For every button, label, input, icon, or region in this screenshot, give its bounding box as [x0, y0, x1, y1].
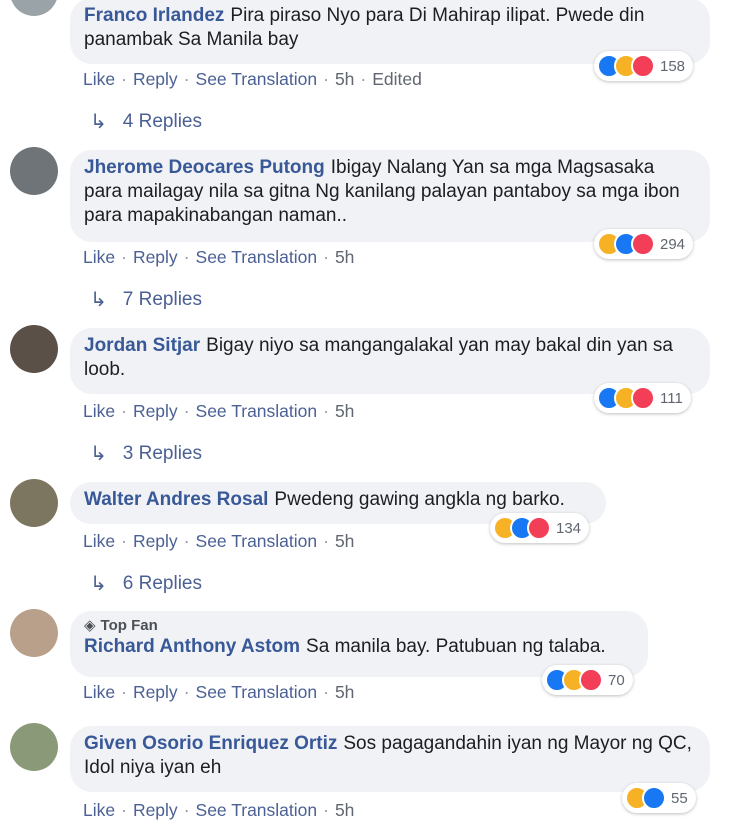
comment-author[interactable]: Richard Anthony Astom [84, 636, 300, 657]
reply-arrow-icon: ↳ [90, 573, 107, 595]
reply-link[interactable]: Reply [133, 531, 178, 551]
comment-actions: Like · Reply · See Translation · 5h [83, 247, 355, 267]
avatar[interactable] [10, 0, 58, 16]
timestamp[interactable]: 5h [335, 682, 354, 702]
comment-actions: Like · Reply · See Translation · 5h · Edited [83, 69, 422, 89]
comment-author[interactable]: Jordan Sitjar [84, 335, 200, 356]
comment-author[interactable]: Walter Andres Rosal [84, 489, 268, 510]
like-link[interactable]: Like [83, 401, 115, 421]
see-translation-link[interactable]: See Translation [196, 682, 318, 702]
comment-author[interactable]: Given Osorio Enriquez Ortiz [84, 733, 337, 754]
replies-count: 4 Replies [122, 110, 202, 132]
reply-link[interactable]: Reply [133, 247, 178, 267]
like-link[interactable]: Like [83, 800, 115, 820]
reaction-count: 294 [660, 235, 686, 253]
timestamp[interactable]: 5h [335, 247, 354, 267]
like-link[interactable]: Like [83, 247, 115, 267]
reply-arrow-icon: ↳ [90, 289, 107, 311]
love-icon [631, 386, 655, 410]
top-fan-icon: ◈ [84, 617, 96, 634]
avatar[interactable] [10, 325, 58, 373]
reaction-summary[interactable]: 70 [542, 665, 633, 695]
reply-arrow-icon: ↳ [90, 443, 107, 465]
comment-actions: Like · Reply · See Translation · 5h [83, 531, 355, 551]
comment-bubble: Given Osorio Enriquez Ortiz Sos pagaganda… [70, 726, 710, 792]
see-translation-link[interactable]: See Translation [196, 247, 318, 267]
replies-count: 6 Replies [122, 572, 202, 594]
view-replies-link[interactable]: ↳ 3 Replies [90, 441, 202, 466]
reaction-summary[interactable]: 55 [622, 783, 696, 813]
edited-label[interactable]: Edited [372, 69, 422, 89]
timestamp[interactable]: 5h [335, 401, 354, 421]
like-link[interactable]: Like [83, 69, 115, 89]
reply-link[interactable]: Reply [133, 401, 178, 421]
love-icon [631, 232, 655, 256]
comment-text: Pwedeng gawing angkla ng barko. [274, 489, 565, 510]
avatar[interactable] [10, 147, 58, 195]
reply-link[interactable]: Reply [133, 800, 178, 820]
reaction-summary[interactable]: 134 [490, 513, 590, 543]
replies-count: 3 Replies [122, 442, 202, 464]
avatar[interactable] [10, 609, 58, 657]
reply-link[interactable]: Reply [133, 682, 178, 702]
like-link[interactable]: Like [83, 531, 115, 551]
reaction-count: 111 [660, 389, 683, 407]
reaction-count: 55 [671, 789, 688, 807]
view-replies-link[interactable]: ↳ 6 Replies [90, 571, 202, 596]
timestamp[interactable]: 5h [335, 69, 354, 89]
see-translation-link[interactable]: See Translation [196, 69, 318, 89]
view-replies-link[interactable]: ↳ 4 Replies [90, 109, 202, 134]
reply-link[interactable]: Reply [133, 69, 178, 89]
comment-author[interactable]: Franco Irlandez [84, 5, 224, 26]
reaction-count: 134 [556, 519, 582, 537]
like-link[interactable]: Like [83, 682, 115, 702]
comment-author[interactable]: Jherome Deocares Putong [84, 157, 325, 178]
comment-text: Sa manila bay. Patubuan ng talaba. [306, 636, 606, 657]
love-icon [579, 668, 603, 692]
avatar[interactable] [10, 479, 58, 527]
reaction-count: 70 [608, 671, 625, 689]
timestamp[interactable]: 5h [335, 800, 354, 820]
top-fan-badge: ◈ Top Fan [84, 617, 158, 634]
reaction-count: 158 [660, 57, 686, 75]
see-translation-link[interactable]: See Translation [196, 800, 318, 820]
love-icon [631, 54, 655, 78]
love-icon [527, 516, 551, 540]
comment-actions: Like · Reply · See Translation · 5h [83, 682, 355, 702]
replies-count: 7 Replies [122, 288, 202, 310]
view-replies-link[interactable]: ↳ 7 Replies [90, 287, 202, 312]
reaction-summary[interactable]: 294 [594, 229, 694, 259]
timestamp[interactable]: 5h [335, 531, 354, 551]
reaction-summary[interactable]: 158 [594, 51, 694, 81]
comment-actions: Like · Reply · See Translation · 5h [83, 800, 355, 820]
avatar[interactable] [10, 723, 58, 771]
see-translation-link[interactable]: See Translation [196, 531, 318, 551]
see-translation-link[interactable]: See Translation [196, 401, 318, 421]
like-icon [642, 786, 666, 810]
comment-actions: Like · Reply · See Translation · 5h [83, 401, 355, 421]
reaction-summary[interactable]: 111 [594, 383, 691, 413]
reply-arrow-icon: ↳ [90, 111, 107, 133]
